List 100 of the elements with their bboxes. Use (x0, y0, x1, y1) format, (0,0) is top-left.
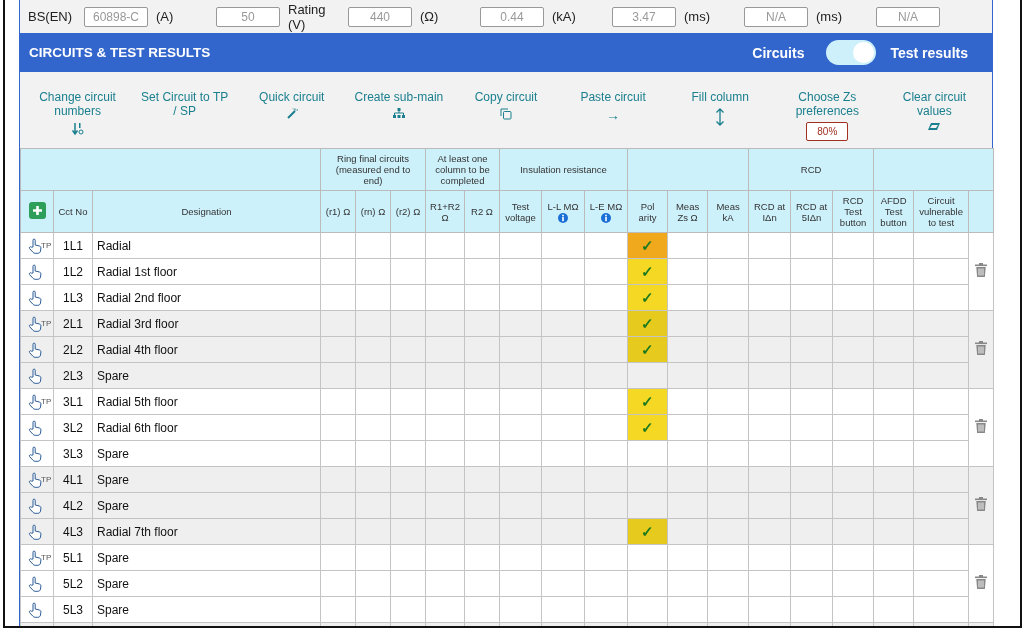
column-header: Pol arity (637, 200, 658, 223)
hand-pointer-icon[interactable] (28, 601, 43, 618)
column-header: Designation (180, 206, 233, 217)
column-header: Test voltage (504, 200, 537, 223)
toolbar-button[interactable]: Choose Zs preferences 80% (781, 90, 874, 141)
tp-label: TP (41, 553, 52, 562)
circuit-number: 3L3 (63, 446, 83, 461)
hand-pointer-icon[interactable] (28, 471, 43, 488)
info-icon[interactable] (558, 212, 569, 223)
circuit-number: 5L2 (63, 576, 83, 591)
input-field[interactable]: 3.47 (612, 6, 676, 27)
hand-pointer-icon[interactable] (28, 575, 43, 592)
hand-pointer-icon[interactable] (28, 237, 43, 254)
circuit-number: 5L3 (63, 602, 83, 617)
trash-icon[interactable] (975, 341, 988, 355)
circuit-number: 2L3 (63, 368, 83, 383)
hand-pointer-icon[interactable] (28, 419, 43, 436)
trash-icon[interactable] (975, 419, 988, 433)
circuit-number: 5L1 (63, 550, 83, 565)
copy-icon (500, 108, 512, 120)
sort-icon (71, 122, 84, 136)
field-label: (ms) (816, 9, 843, 24)
toolbar-button[interactable]: Change circuit numbers (31, 90, 124, 136)
designation-text: Spare (97, 602, 130, 617)
hand-pointer-icon[interactable] (28, 367, 43, 384)
hand-pointer-icon[interactable] (28, 497, 43, 514)
circuit-number: 4L2 (63, 498, 83, 513)
toggle-switch[interactable] (826, 40, 877, 65)
hand-pointer-icon[interactable] (28, 263, 43, 280)
column-header: Cct No (58, 206, 88, 217)
toolbar-button[interactable]: Copy circuit (460, 90, 552, 120)
circuit-number: 1L2 (63, 264, 83, 279)
hierarchy-icon (392, 108, 405, 119)
section-title: CIRCUITS & TEST RESULTS (29, 45, 212, 60)
toolbar-button[interactable]: Paste circuit → (567, 90, 660, 122)
hand-pointer-icon[interactable] (28, 523, 43, 540)
trash-icon[interactable] (975, 575, 988, 589)
input-field[interactable]: 0.44 (480, 6, 544, 27)
column-header: (rn) Ω (360, 206, 386, 217)
designation-text: Radial 4th floor (97, 342, 178, 357)
wand-icon (285, 108, 298, 120)
column-header: RCD at 5IΔn (795, 200, 829, 223)
designation-text: Spare (97, 576, 130, 591)
trash-icon[interactable] (975, 263, 988, 277)
add-button[interactable] (28, 202, 46, 219)
field-label: (ms) (684, 9, 711, 24)
column-header: (r1) Ω (325, 206, 351, 217)
field-label: BS(EN) (28, 9, 74, 24)
column-header: Meas Zs Ω (674, 200, 701, 223)
circuit-number: 1L3 (63, 290, 83, 305)
toggle-label: Test results (890, 44, 968, 61)
percentage-badge[interactable]: 80% (806, 122, 849, 141)
tp-label: TP (41, 319, 52, 328)
designation-text: Spare (97, 498, 130, 513)
hand-pointer-icon[interactable] (28, 549, 43, 566)
designation-text: Radial 1st floor (97, 264, 178, 279)
designation-text: Radial 2nd floor (97, 290, 182, 305)
toolbar-button[interactable]: Clear circuit values (888, 90, 981, 131)
circuit-number: 2L1 (63, 316, 83, 331)
hand-pointer-icon[interactable] (28, 341, 43, 358)
designation-text: Spare (97, 368, 130, 383)
designation-text: Radial 5th floor (97, 394, 178, 409)
column-header: Circuit vulnerable to test (918, 195, 964, 228)
designation-text: Radial 6th floor (97, 420, 178, 435)
hand-pointer-icon[interactable] (28, 445, 43, 462)
column-group-header: Ring final circuits (measured end to end) (335, 153, 411, 186)
toolbar-button[interactable]: Set Circuit to TP / SP (138, 90, 231, 118)
input-field[interactable]: N/A (876, 6, 940, 27)
designation-text: Radial 3rd floor (97, 316, 179, 331)
arrow-icon: → (606, 108, 621, 122)
toolbar-button[interactable]: Quick circuit (245, 90, 338, 120)
input-field[interactable]: 60898-C (84, 6, 148, 27)
designation-text: Radial (97, 238, 132, 253)
input-field[interactable]: 440 (348, 6, 412, 27)
tp-label: TP (41, 475, 52, 484)
toolbar-button[interactable]: Create sub-main (352, 90, 445, 119)
circuit-number: 3L2 (63, 420, 83, 435)
designation-text: Spare (97, 446, 130, 461)
field-label: (A) (156, 9, 175, 24)
column-group-header: At least one column to be completed (435, 153, 490, 186)
circuit-number: 1L1 (63, 238, 83, 253)
column-header: RCD Test button (838, 195, 868, 228)
hand-pointer-icon[interactable] (28, 315, 43, 332)
eraser-icon (927, 122, 942, 131)
designation-text: Radial 7th floor (97, 524, 178, 539)
hand-pointer-icon[interactable] (28, 289, 43, 306)
field-label: (kA) (552, 9, 577, 24)
circuit-number: 2L2 (63, 342, 83, 357)
tp-label: TP (41, 241, 52, 250)
up-down-arrow-icon (715, 108, 726, 126)
input-field[interactable]: N/A (744, 6, 808, 27)
column-header: RCD at IΔn (753, 200, 787, 223)
trash-icon[interactable] (975, 497, 988, 511)
info-icon[interactable] (601, 212, 612, 223)
designation-text: Spare (97, 550, 130, 565)
column-group-header: RCD (800, 164, 822, 175)
toolbar-button[interactable]: Fill column (674, 90, 767, 126)
hand-pointer-icon[interactable] (28, 393, 43, 410)
input-field[interactable]: 50 (216, 6, 280, 27)
column-header: R2 Ω (470, 206, 494, 217)
